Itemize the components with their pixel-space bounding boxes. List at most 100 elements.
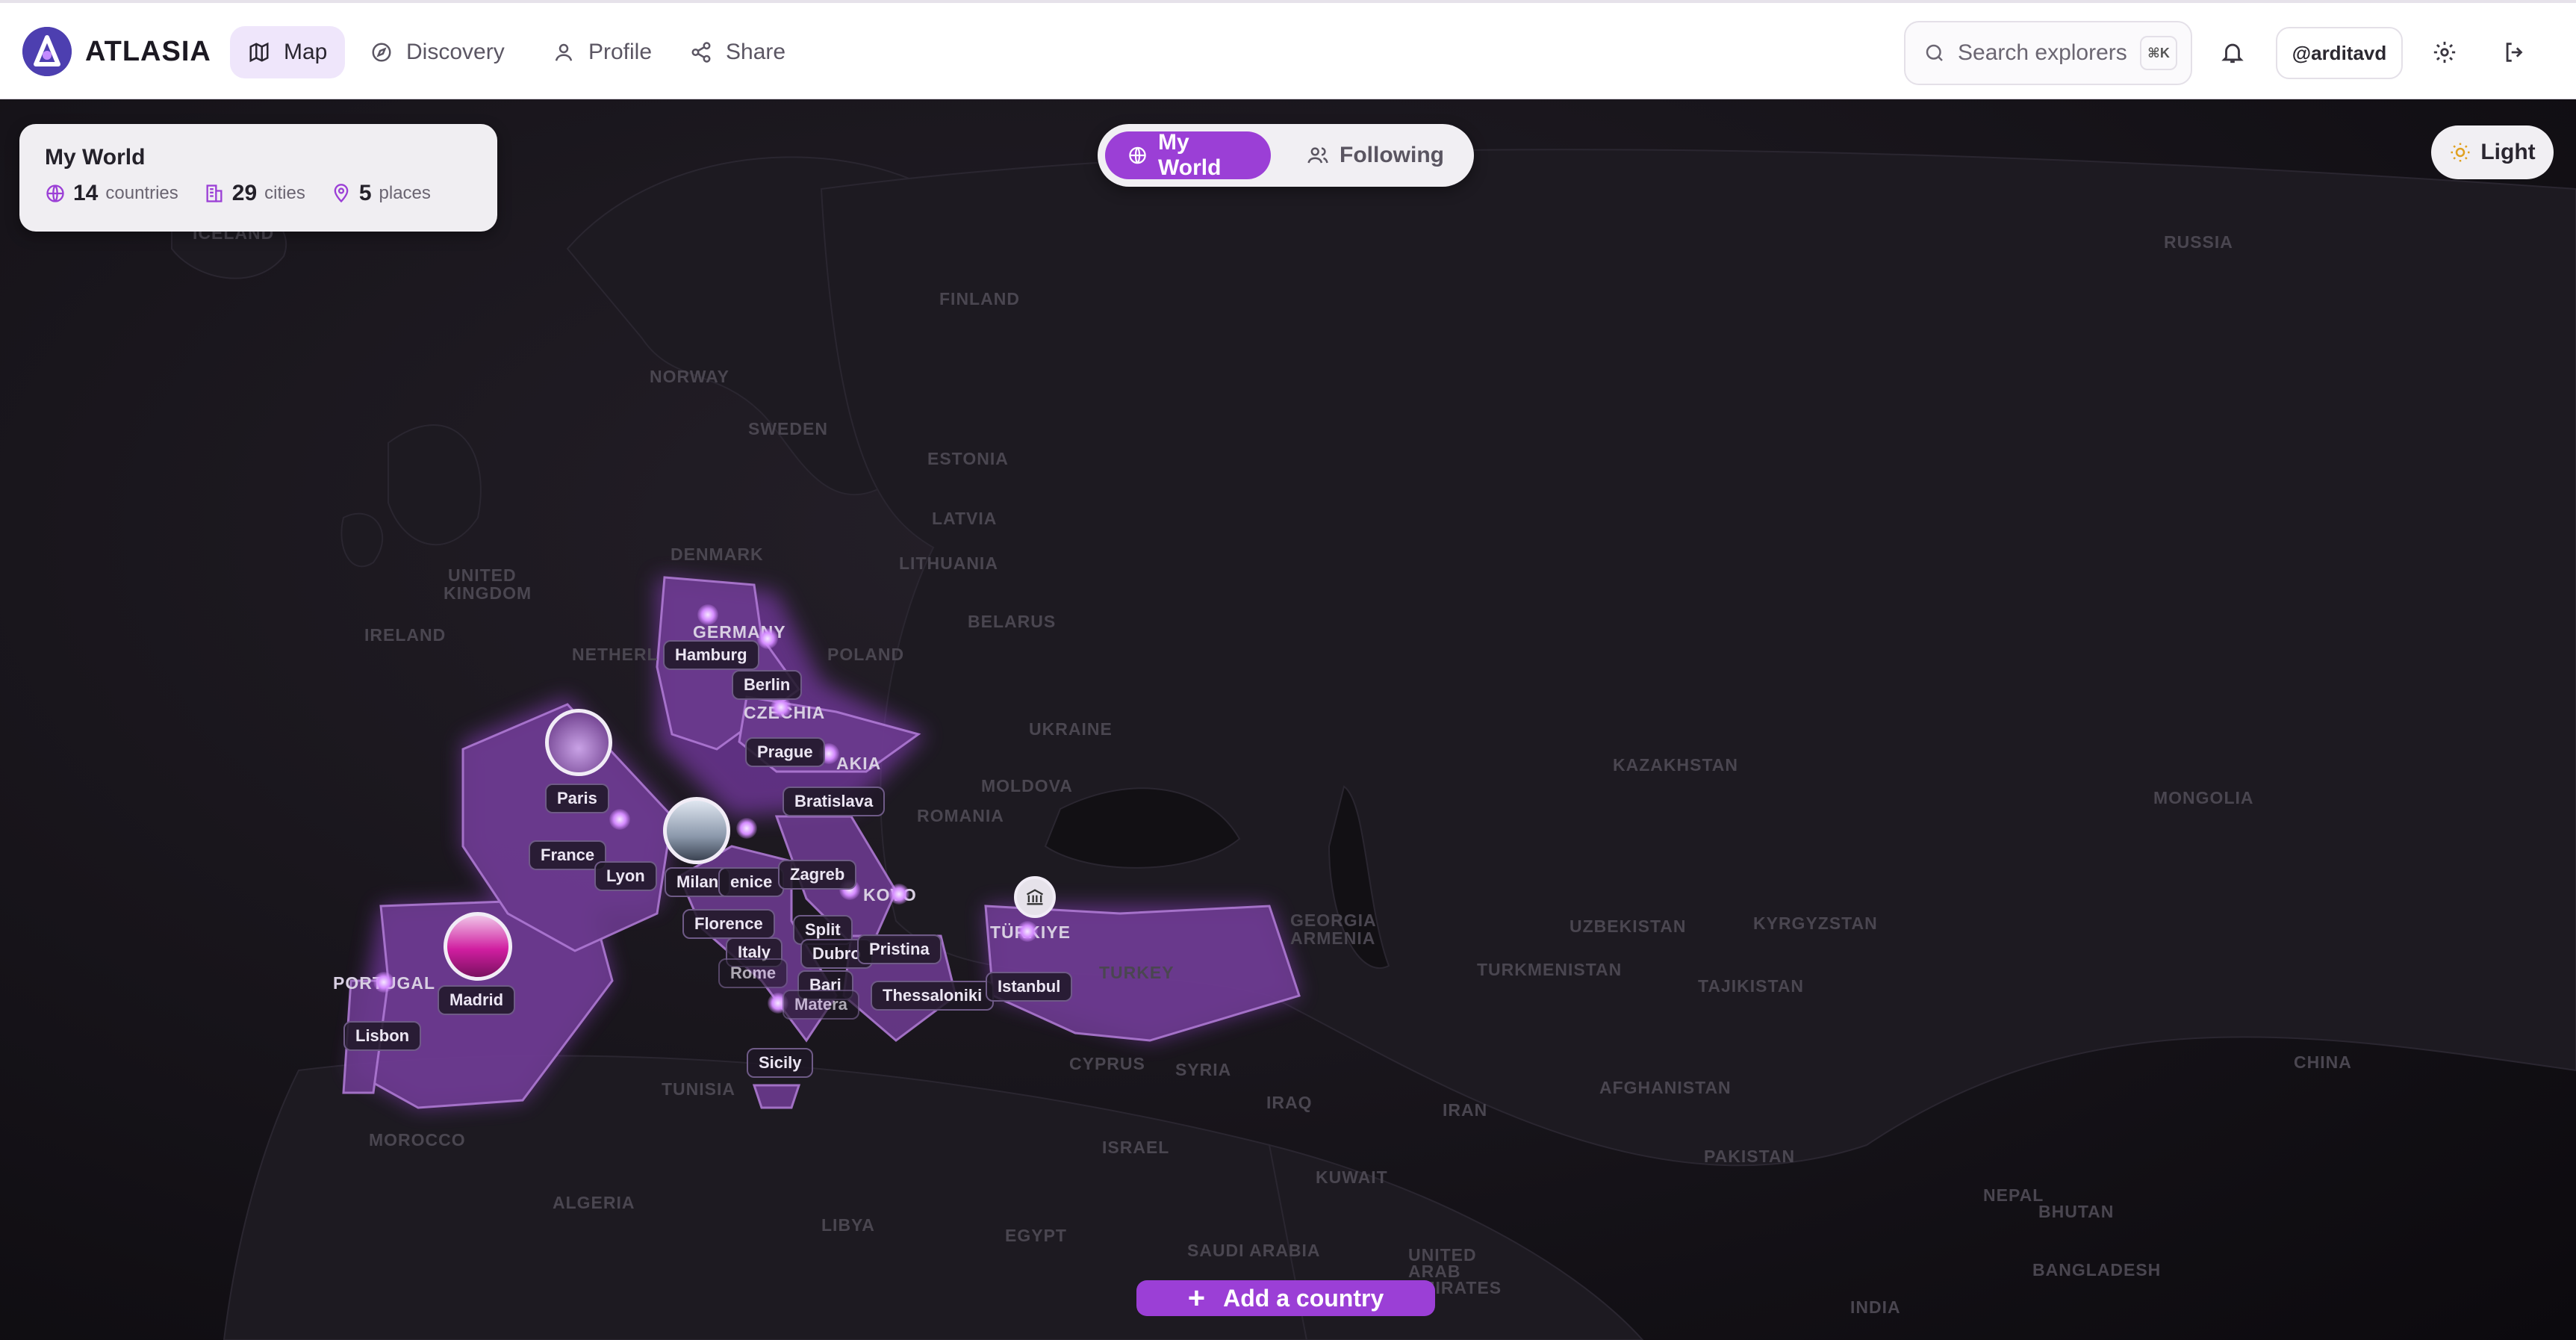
country-label: POLAND bbox=[827, 645, 905, 664]
city-pin-rome[interactable]: Rome bbox=[718, 958, 788, 988]
atlasia-logo-icon bbox=[22, 27, 72, 76]
country-label: MONGOLIA bbox=[2153, 788, 2254, 807]
search-icon bbox=[1926, 44, 1943, 61]
country-label: GEORGIA bbox=[1290, 911, 1377, 930]
country-label: UKRAINE bbox=[1029, 719, 1113, 739]
country-label: INDIA bbox=[1850, 1297, 1901, 1317]
building-icon bbox=[206, 184, 223, 202]
app-name: ATLASIA bbox=[85, 35, 211, 67]
theme-label: Light bbox=[2480, 140, 2536, 164]
city-pin-hamburg[interactable]: Hamburg bbox=[663, 640, 759, 670]
my-world-stats-card: My World 14 countries 29 cities 5 places bbox=[19, 124, 497, 232]
country-label: MOLDOVA bbox=[981, 776, 1073, 795]
country-label: LITHUANIA bbox=[899, 553, 998, 573]
nav-profile[interactable]: Profile bbox=[535, 26, 670, 78]
city-pin-thessaloniki[interactable]: Thessaloniki bbox=[871, 981, 995, 1011]
city-pin-lyon[interactable]: Lyon bbox=[594, 861, 657, 891]
city-pin-sicily[interactable]: Sicily bbox=[747, 1048, 814, 1078]
world-map[interactable]: ICELAND FINLAND NORWAY SWEDEN ESTONIA LA… bbox=[0, 99, 2576, 1340]
city-pin-florence[interactable]: Florence bbox=[682, 909, 775, 939]
nav-map-label: Map bbox=[284, 40, 328, 64]
istanbul-place-pin[interactable] bbox=[1014, 876, 1056, 918]
city-pin-madrid[interactable]: Madrid bbox=[438, 985, 516, 1015]
country-label: KAZAKHSTAN bbox=[1613, 755, 1739, 775]
bell-icon bbox=[2221, 43, 2244, 63]
country-label: MOROCCO bbox=[369, 1130, 466, 1150]
city-pin-zagreb[interactable]: Zagreb bbox=[778, 860, 857, 890]
city-glow-dot bbox=[889, 884, 909, 905]
country-label: AFGHANISTAN bbox=[1599, 1078, 1732, 1097]
city-pin-bratislava[interactable]: Bratislava bbox=[783, 787, 886, 816]
country-label: ESTONIA bbox=[927, 449, 1009, 468]
country-label: NETHERL bbox=[572, 645, 659, 664]
madrid-photo-pin[interactable] bbox=[444, 912, 512, 981]
city-pin-berlin[interactable]: Berlin bbox=[732, 670, 803, 700]
user-handle-button[interactable]: @arditavd bbox=[2276, 27, 2403, 79]
stats-title: My World bbox=[45, 145, 146, 170]
search-placeholder: Search explorers bbox=[1958, 40, 2127, 65]
city-pin-venice[interactable]: enice bbox=[718, 867, 785, 897]
city-pin-paris[interactable]: Paris bbox=[545, 784, 609, 813]
places-label: places bbox=[379, 183, 431, 203]
add-country-label: Add a country bbox=[1223, 1284, 1384, 1312]
country-label: CHINA bbox=[2294, 1052, 2352, 1072]
country-label: KINGDOM bbox=[444, 583, 532, 603]
country-label: UZBEKISTAN bbox=[1569, 916, 1687, 936]
city-glow-dot bbox=[771, 697, 791, 718]
country-label: EGYPT bbox=[1005, 1226, 1067, 1245]
globe-icon bbox=[1129, 146, 1146, 164]
country-label: ROMANIA bbox=[917, 806, 1004, 825]
cities-label: cities bbox=[264, 183, 305, 203]
app-logo[interactable]: ATLASIA bbox=[22, 27, 211, 76]
countries-count: 14 bbox=[73, 181, 99, 205]
nav-share[interactable]: Share bbox=[672, 26, 803, 78]
country-label: PAKISTAN bbox=[1704, 1147, 1796, 1166]
country-label: KUWAIT bbox=[1316, 1167, 1388, 1187]
add-country-button[interactable]: + Add a country bbox=[1136, 1280, 1435, 1316]
toggle-my-world[interactable]: My World bbox=[1105, 130, 1272, 180]
stat-places: 5 places bbox=[331, 181, 431, 206]
places-count: 5 bbox=[358, 181, 372, 205]
city-pin-prague[interactable]: Prague bbox=[745, 737, 825, 767]
compass-icon bbox=[372, 43, 391, 62]
country-label: UNITED bbox=[448, 565, 517, 585]
country-label: BELARUS bbox=[968, 612, 1057, 631]
theme-toggle-button[interactable]: Light bbox=[2431, 125, 2554, 179]
country-label: TAJIKISTAN bbox=[1698, 976, 1805, 996]
country-label: LATVIA bbox=[932, 509, 998, 528]
user-icon bbox=[555, 43, 573, 61]
country-label: NEPAL bbox=[1983, 1185, 2044, 1205]
share-icon bbox=[691, 42, 711, 63]
city-glow-dot bbox=[373, 972, 394, 993]
logout-button[interactable] bbox=[2495, 33, 2534, 72]
nav-map[interactable]: Map bbox=[230, 26, 346, 78]
nav-share-label: Share bbox=[726, 40, 786, 64]
city-pin-istanbul[interactable]: Istanbul bbox=[986, 972, 1073, 1002]
country-label: BHUTAN bbox=[2038, 1202, 2115, 1221]
search-explorers-input[interactable]: Search explorers ⌘K bbox=[1904, 21, 2192, 85]
country-label: RUSSIA bbox=[2164, 232, 2233, 252]
city-pin-lisbon[interactable]: Lisbon bbox=[343, 1021, 422, 1051]
toggle-my-world-label: My World bbox=[1158, 130, 1222, 180]
city-pin-matera[interactable]: Matera bbox=[783, 990, 859, 1020]
users-icon bbox=[1307, 147, 1328, 164]
map-pin-icon bbox=[334, 184, 349, 203]
logout-icon bbox=[2506, 43, 2523, 62]
stat-countries: 14 countries bbox=[45, 181, 178, 206]
paris-photo-pin[interactable] bbox=[545, 709, 612, 776]
globe-icon bbox=[46, 184, 64, 202]
city-glow-dot bbox=[1017, 921, 1038, 942]
settings-button[interactable] bbox=[2425, 33, 2464, 72]
milan-photo-pin[interactable] bbox=[663, 797, 730, 864]
nav-discovery[interactable]: Discovery bbox=[352, 26, 523, 78]
country-label: DENMARK bbox=[671, 545, 764, 564]
city-pin-pristina[interactable]: Pristina bbox=[857, 934, 942, 964]
countries-label: countries bbox=[105, 183, 178, 203]
country-label: BANGLADESH bbox=[2032, 1260, 2162, 1279]
country-label: LIBYA bbox=[821, 1215, 875, 1235]
country-label: TURKEY bbox=[1099, 963, 1175, 982]
country-label: KYRGYZSTAN bbox=[1753, 914, 1878, 933]
toggle-following[interactable]: Following bbox=[1284, 131, 1466, 179]
notifications-button[interactable] bbox=[2213, 33, 2252, 72]
nav-discovery-label: Discovery bbox=[406, 40, 505, 64]
